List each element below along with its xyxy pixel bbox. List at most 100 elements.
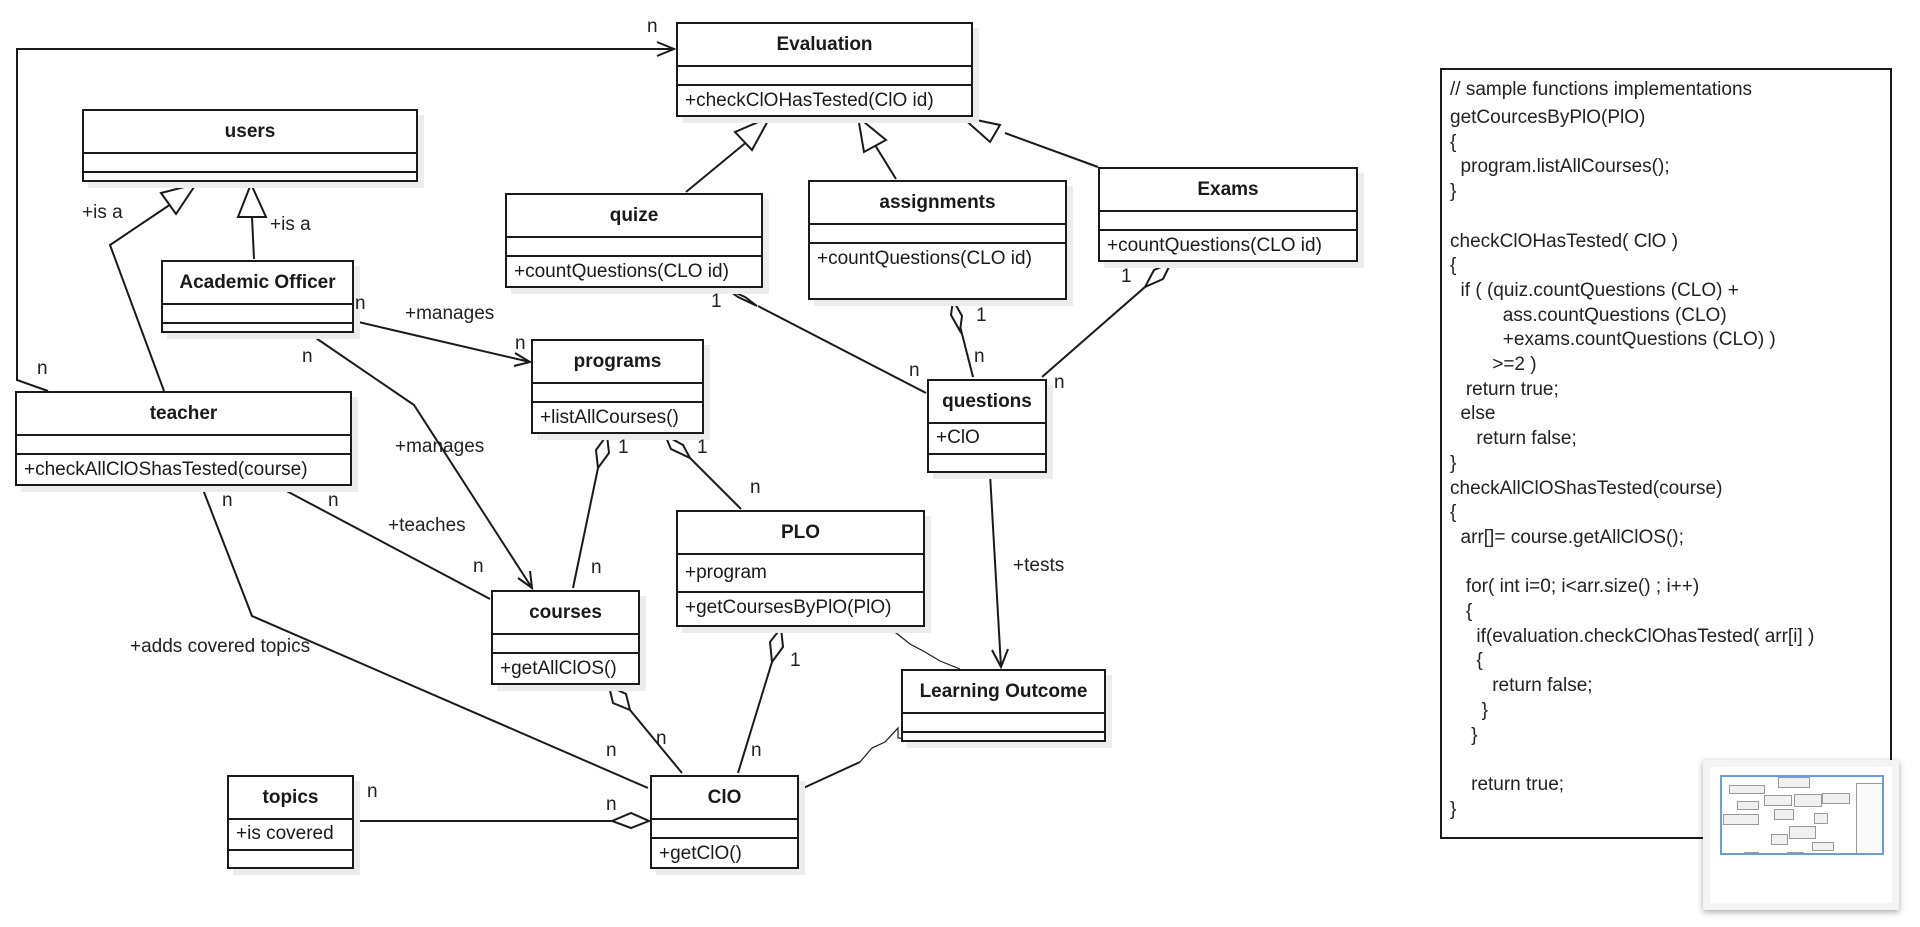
class-clo[interactable]: ClO +getClO() [650,775,799,869]
multiplicity-label: 1 [697,437,708,458]
attributes-section [678,67,971,86]
class-name: topics [229,777,352,820]
class-name: ClO [652,777,797,820]
multiplicity-label: 1 [1121,266,1132,287]
attribute: +program [678,555,923,593]
class-topics[interactable]: topics +is covered [227,775,354,869]
minimap-box [1771,834,1788,845]
edge-officer-users[interactable] [251,216,255,260]
minimap-box [1789,826,1816,839]
edge-questions-exams[interactable] [1041,286,1146,378]
multiplicity-label: n [750,477,761,498]
class-questions[interactable]: questions +ClO [927,379,1047,473]
code-note[interactable]: // sample functions implementations getCo… [1440,68,1892,839]
multiplicity-label: n [355,293,366,314]
code-line: if ( (quiz.countQuestions (CLO) + [1450,279,1739,301]
aggregation-diamond-icon [607,684,632,712]
class-name: quize [507,195,761,238]
edge-quize-evaluation[interactable] [685,139,750,193]
methods-section [163,324,352,331]
edge-questions-learning-outcome[interactable] [989,473,1002,668]
multiplicity-label: 1 [976,305,987,326]
multiplicity-label: n [1054,372,1065,393]
code-line: +exams.countQuestions (CLO) ) [1450,329,1776,351]
aggregation-diamond-icon [609,811,652,830]
class-teacher[interactable]: teacher +checkAllClOShasTested(course) [15,391,352,486]
attribute: +is covered [229,820,352,851]
code-line: >=2 ) [1450,354,1537,376]
multiplicity-label: n [606,794,617,815]
code-line: checkClOHasTested( ClO ) [1450,230,1679,252]
generalization-triangle-icon [733,114,773,152]
multiplicity-label: n [647,16,658,37]
minimap-box [1737,801,1759,810]
multiplicity-label: n [302,346,313,367]
class-evaluation[interactable]: Evaluation +checkClOHasTested(ClO id) [676,22,973,117]
method: +countQuestions(CLO id) [514,261,729,282]
edge-label-is-a: +is a [82,202,123,223]
minimap-box [1729,785,1765,794]
edge-teacher-courses[interactable] [278,486,491,600]
class-assignments[interactable]: assignments +countQuestions(CLO id) [808,180,1067,300]
edge-label-is-a: +is a [270,214,311,235]
aggregation-diamond-icon [1142,261,1174,290]
multiplicity-label: n [909,360,920,381]
class-programs[interactable]: programs +listAllCourses() [531,339,704,434]
code-line: getCourcesByPlO(PlO) [1450,107,1646,128]
aggregation-diamond-icon [949,296,964,335]
outline-minimap[interactable] [1703,760,1899,910]
class-name: assignments [810,182,1065,225]
multiplicity-label: n [222,490,233,511]
edge-assignments-evaluation[interactable] [874,144,897,180]
class-academic-officer[interactable]: Academic Officer [161,260,354,333]
minimap-viewport[interactable] [1720,775,1884,855]
diagram-canvas[interactable]: Evaluation +checkClOHasTested(ClO id) us… [0,0,1920,927]
multiplicity-label: n [606,740,617,761]
class-name: programs [533,341,702,384]
edge-exams-evaluation[interactable] [1004,132,1099,168]
code-line: } [1450,699,1489,721]
multiplicity-label: n [328,490,339,511]
attributes-section [17,436,350,455]
edge-questions-quize[interactable] [757,305,927,394]
code-line: { [1450,601,1473,623]
class-name: teacher [17,393,350,436]
code-line: } [1450,452,1457,474]
code-line: return false; [1450,428,1577,450]
minimap-box [1723,814,1759,825]
code-line: ass.countQuestions (CLO) [1450,304,1727,326]
edge-plo-learning-outcome[interactable] [887,626,961,670]
class-name: Academic Officer [163,262,352,305]
code-line: } [1450,181,1457,203]
generalization-triangle-icon [958,115,1002,144]
code-comment: // sample functions implementations [1450,79,1753,100]
class-exams[interactable]: Exams +countQuestions(CLO id) [1098,167,1358,262]
multiplicity-label: n [515,333,526,354]
class-quize[interactable]: quize +countQuestions(CLO id) [505,193,763,288]
attributes-section [533,384,702,403]
method: +countQuestions(CLO id) [817,248,1032,269]
multiplicity-label: 1 [618,437,629,458]
minimap-box [1744,852,1759,853]
method: +getCoursesByPlO(PlO) [685,597,892,618]
class-users[interactable]: users [82,109,418,182]
class-courses[interactable]: courses +getAllClOS() [491,590,640,685]
edge-officer-programs[interactable] [353,320,531,363]
multiplicity-label: n [591,557,602,578]
class-plo[interactable]: PLO +program +getCoursesByPlO(PlO) [676,510,925,627]
edge-clo-learning-outcome[interactable] [798,761,861,791]
edge-plo-programs[interactable] [689,457,742,510]
attributes-section [507,238,761,257]
class-name: PLO [678,512,923,555]
edge-questions-assignments[interactable] [959,325,974,378]
code-line: return false; [1450,675,1593,697]
method: +listAllCourses() [540,407,679,428]
generalization-triangle-icon [856,114,888,154]
class-name: Evaluation [678,24,971,67]
class-learning-outcome[interactable]: Learning Outcome [901,669,1106,742]
minimap-box [1794,794,1822,807]
attributes-section [1100,212,1356,231]
multiplicity-label: n [37,358,48,379]
